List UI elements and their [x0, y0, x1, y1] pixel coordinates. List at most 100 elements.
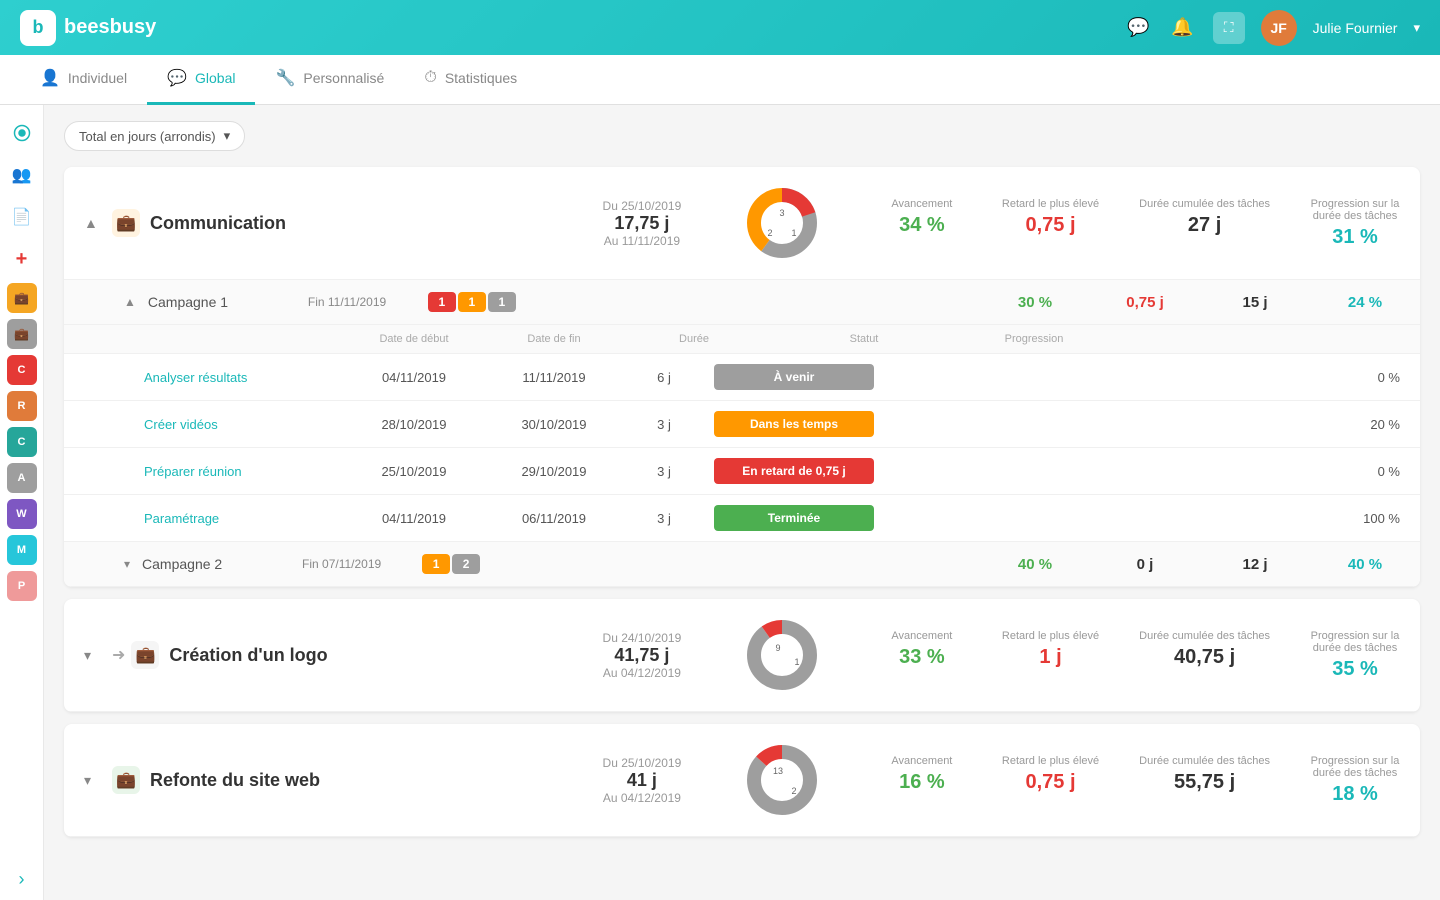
communication-donut: 3 2 1 — [732, 183, 832, 263]
project-communication-header: ▲ 💼 Communication Du 25/10/2019 17,75 j … — [64, 167, 1420, 280]
filter-dropdown[interactable]: Total en jours (arrondis) ▾ — [64, 121, 245, 151]
chevron-down-icon: ▾ — [224, 128, 231, 144]
task-parametrage-name[interactable]: Paramétrage — [144, 511, 344, 526]
layout: 👥 📄 + 💼 💼 C R C A W M P › Total en jours… — [0, 105, 1440, 900]
project-refonte: ▾ 💼 Refonte du site web Du 25/10/2019 41… — [64, 724, 1420, 837]
sidebar-project-blue[interactable]: A — [7, 463, 37, 493]
sidebar-item-users[interactable]: 👥 — [4, 157, 40, 193]
logo-icon: b — [20, 10, 56, 46]
tab-individuel[interactable]: 👤 Individuel — [20, 55, 147, 105]
logo-stat-retard: Retard le plus élevé 1 j — [1002, 630, 1099, 681]
refonte-stat-duree: Durée cumulée des tâches 55,75 j — [1139, 755, 1270, 806]
c1-progression: 24 % — [1330, 294, 1400, 311]
sidebar-project-red2[interactable]: R — [7, 391, 37, 421]
sidebar-project-teal[interactable]: M — [7, 535, 37, 565]
communication-duration: 17,75 j — [582, 213, 702, 234]
main-content: Total en jours (arrondis) ▾ ▲ 💼 Communic… — [44, 105, 1440, 900]
avatar[interactable]: JF — [1261, 10, 1297, 46]
message-icon[interactable]: 💬 — [1125, 14, 1153, 42]
sidebar-item-current[interactable] — [4, 115, 40, 151]
task-creer-debut: 28/10/2019 — [344, 417, 484, 432]
tabbar: 👤 Individuel 💬 Global 🔧 Personnalisé ⏱ S… — [0, 55, 1440, 105]
sidebar-project-yellow[interactable]: 💼 — [7, 283, 37, 313]
c2-avancement: 40 % — [1000, 556, 1070, 573]
svg-text:3: 3 — [779, 208, 784, 218]
communication-name: Communication — [150, 213, 350, 234]
campagne2-chevron[interactable]: ▾ — [124, 557, 130, 571]
refonte-dates: Du 25/10/2019 41 j Au 04/12/2019 — [582, 756, 702, 805]
individuel-icon: 👤 — [40, 68, 60, 88]
communication-date-to: Au 11/11/2019 — [582, 234, 702, 248]
svg-text:1: 1 — [791, 228, 796, 238]
sidebar-project-purple[interactable]: W — [7, 499, 37, 529]
th-statut: Statut — [764, 333, 964, 345]
task-analyser-statut: À venir — [704, 364, 884, 390]
refonte-stat-avancement: Avancement 16 % — [882, 755, 962, 806]
global-icon: 💬 — [167, 68, 187, 88]
sidebar-item-add[interactable]: + — [4, 241, 40, 277]
task-preparer-name[interactable]: Préparer réunion — [144, 464, 344, 479]
badge-red: 1 — [428, 292, 456, 312]
task-creer-progress: 20 % — [1320, 417, 1400, 432]
bell-icon[interactable]: 🔔 — [1169, 14, 1197, 42]
task-preparer-progress: 0 % — [1320, 464, 1400, 479]
communication-stats: Avancement 34 % Retard le plus élevé 0,7… — [882, 198, 1400, 249]
task-analyser-progress: 0 % — [1320, 370, 1400, 385]
sidebar-project-gray[interactable]: 💼 — [7, 319, 37, 349]
sidebar-project-pink[interactable]: P — [7, 571, 37, 601]
tab-statistiques-label: Statistiques — [445, 70, 517, 86]
campagne1-stats: 30 % 0,75 j 15 j 24 % — [1000, 294, 1400, 311]
campagne2-name: Campagne 2 — [142, 556, 302, 572]
refonte-date-from: Du 25/10/2019 — [582, 756, 702, 770]
task-preparer-duree: 3 j — [624, 464, 704, 479]
task-analyser-name[interactable]: Analyser résultats — [144, 370, 344, 385]
c1-duree: 15 j — [1220, 294, 1290, 311]
task-creer-name[interactable]: Créer vidéos — [144, 417, 344, 432]
task-creer: Créer vidéos 28/10/2019 30/10/2019 3 j D… — [64, 401, 1420, 448]
sidebar-project-red[interactable]: C — [7, 355, 37, 385]
logo-stat-progression: Progression sur la durée des tâches 35 % — [1310, 630, 1400, 681]
logo-stat-duree: Durée cumulée des tâches 40,75 j — [1139, 630, 1270, 681]
c1-avancement: 30 % — [1000, 294, 1070, 311]
fullscreen-icon[interactable]: ⛶ — [1213, 12, 1245, 44]
task-creer-duree: 3 j — [624, 417, 704, 432]
tab-global[interactable]: 💬 Global — [147, 55, 255, 105]
sidebar-more[interactable]: › — [19, 869, 25, 900]
stat-duree: Durée cumulée des tâches 27 j — [1139, 198, 1270, 249]
task-creer-statut: Dans les temps — [704, 411, 884, 437]
tab-personnalise-label: Personnalisé — [303, 70, 384, 86]
task-preparer-statut: En retard de 0,75 j — [704, 458, 884, 484]
app-name: beesbusy — [64, 16, 156, 39]
communication-dates: Du 25/10/2019 17,75 j Au 11/11/2019 — [582, 199, 702, 248]
tab-statistiques[interactable]: ⏱ Statistiques — [404, 55, 537, 105]
sidebar-item-docs[interactable]: 📄 — [4, 199, 40, 235]
communication-chevron[interactable]: ▲ — [84, 215, 100, 231]
arrow-redirect-icon: ➜ — [112, 645, 125, 665]
tab-personnalise[interactable]: 🔧 Personnalisé — [255, 55, 404, 105]
stat-retard: Retard le plus élevé 0,75 j — [1002, 198, 1099, 249]
campagne2-badges: 1 2 — [422, 554, 542, 574]
badge-orange: 1 — [458, 292, 486, 312]
refonte-name: Refonte du site web — [150, 770, 350, 791]
campagne1-chevron[interactable]: ▲ — [124, 295, 136, 309]
svg-text:9: 9 — [775, 643, 780, 653]
topbar: b beesbusy 💬 🔔 ⛶ JF Julie Fournier ▾ — [0, 0, 1440, 55]
sidebar-project-green[interactable]: C — [7, 427, 37, 457]
task-analyser-duree: 6 j — [624, 370, 704, 385]
logo-duration: 41,75 j — [582, 645, 702, 666]
sub-campagne2: ▾ Campagne 2 Fin 07/11/2019 1 2 40 % 0 j… — [64, 542, 1420, 587]
user-dropdown-icon[interactable]: ▾ — [1413, 20, 1420, 36]
sidebar: 👥 📄 + 💼 💼 C R C A W M P › — [0, 105, 44, 900]
campagne1-name: Campagne 1 — [148, 294, 308, 310]
refonte-chevron[interactable]: ▾ — [84, 772, 100, 789]
task-analyser-fin: 11/11/2019 — [484, 370, 624, 385]
refonte-donut: 13 2 — [732, 740, 832, 820]
th-progression: Progression — [964, 333, 1104, 345]
logo-name: Création d'un logo — [169, 645, 369, 666]
logo-chevron[interactable]: ▾ — [84, 647, 100, 664]
task-parametrage-fin: 06/11/2019 — [484, 511, 624, 526]
c1-retard: 0,75 j — [1110, 294, 1180, 311]
svg-text:13: 13 — [773, 766, 783, 776]
refonte-duration: 41 j — [582, 770, 702, 791]
filter-label: Total en jours (arrondis) — [79, 129, 216, 144]
